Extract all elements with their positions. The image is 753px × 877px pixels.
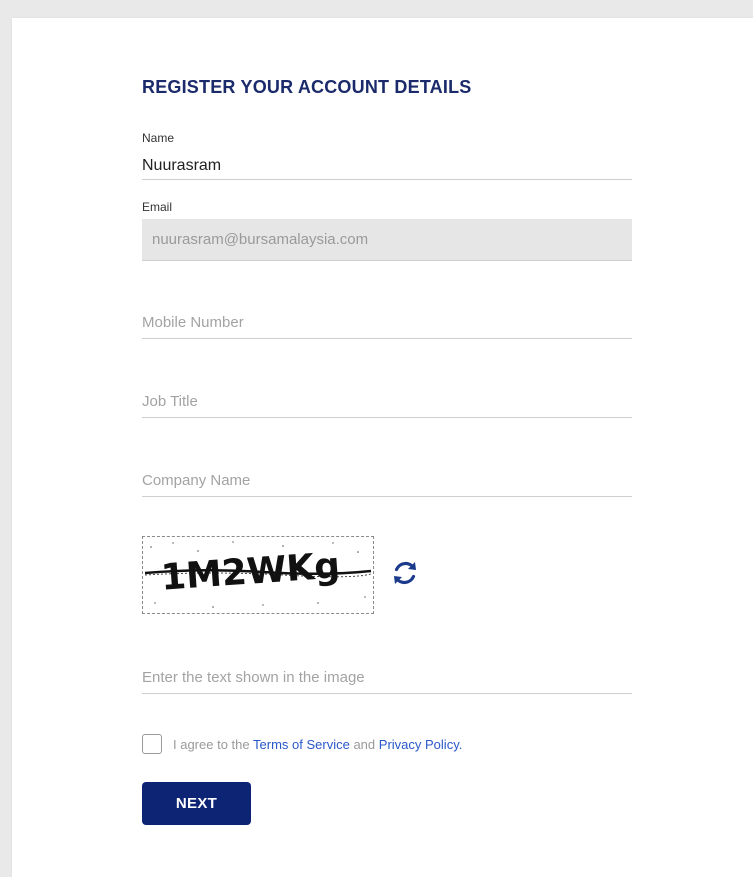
mobile-number-underline [142, 338, 632, 339]
agree-suffix: . [458, 737, 463, 752]
captcha-image: 1M2WKg [142, 536, 374, 614]
company-name-underline [142, 496, 632, 497]
job-title-input[interactable]: Job Title [142, 393, 198, 410]
terms-of-service-link[interactable]: Terms of Service [253, 737, 350, 752]
captcha-glyphs: 1M2WKg [160, 545, 342, 598]
page-background: REGISTER YOUR ACCOUNT DETAILS Name Nuura… [0, 0, 753, 877]
agree-and: and [353, 737, 376, 752]
agree-prefix: I agree to the [173, 737, 250, 752]
refresh-icon[interactable] [388, 556, 422, 590]
privacy-policy-link[interactable]: Privacy Policy [379, 737, 459, 752]
company-name-input[interactable]: Company Name [142, 472, 250, 489]
agree-text: I agree to the Terms of Service and Priv… [173, 737, 462, 752]
email-field-value: nuurasram@bursamalaysia.com [152, 231, 369, 248]
email-field[interactable]: nuurasram@bursamalaysia.com [142, 219, 632, 261]
name-field-underline [142, 179, 632, 180]
captcha-input[interactable]: Enter the text shown in the image [142, 669, 365, 686]
name-field[interactable]: Nuurasram [142, 157, 221, 175]
job-title-underline [142, 417, 632, 418]
email-label: Email [142, 200, 173, 214]
page-title: REGISTER YOUR ACCOUNT DETAILS [142, 77, 472, 97]
agree-checkbox[interactable] [142, 734, 162, 754]
registration-card: REGISTER YOUR ACCOUNT DETAILS Name Nuura… [12, 18, 753, 877]
mobile-number-input[interactable]: Mobile Number [142, 314, 244, 331]
captcha-input-underline [142, 693, 632, 694]
next-button[interactable]: NEXT [142, 782, 251, 825]
name-label: Name [142, 131, 175, 145]
